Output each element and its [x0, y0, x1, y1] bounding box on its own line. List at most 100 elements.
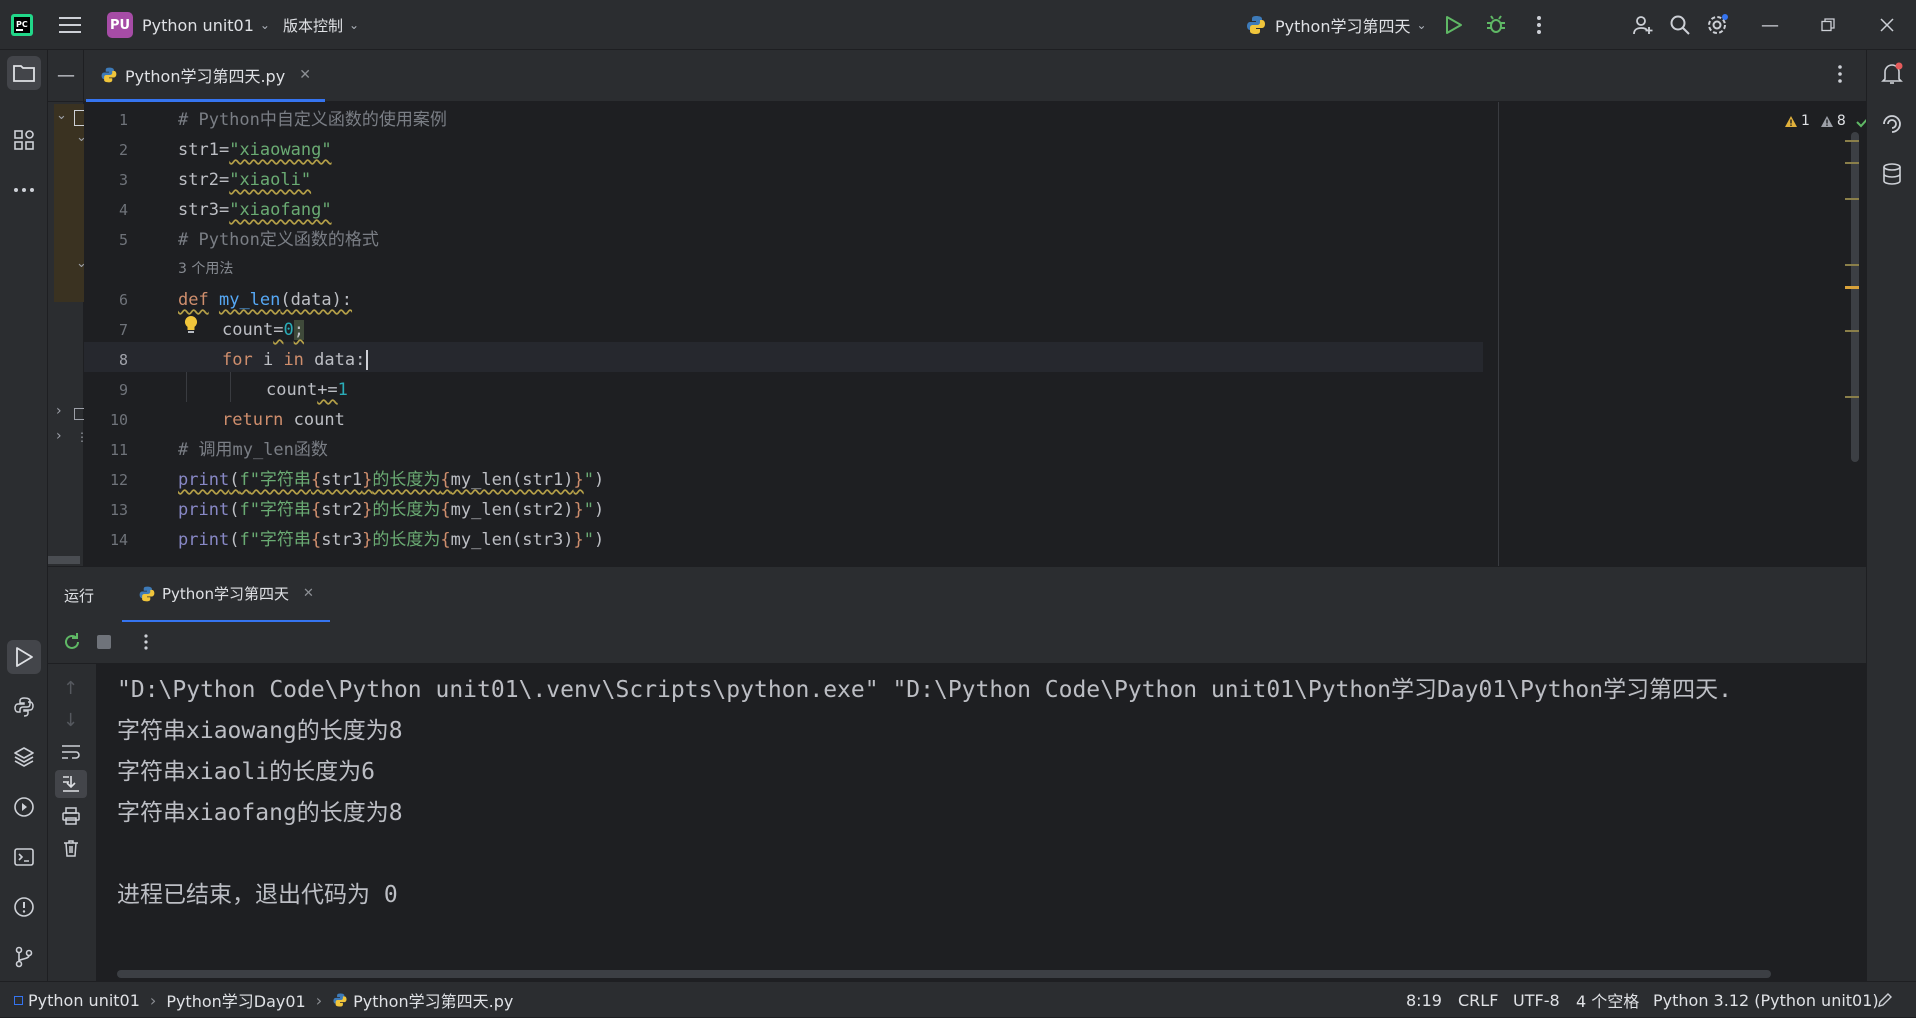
error-stripe-mark[interactable]	[1845, 140, 1859, 142]
chevron-down-icon: ⌄	[1416, 18, 1427, 32]
inspection-widget[interactable]: 1 8 3 ︿ ﹀	[1784, 108, 1866, 134]
scroll-to-end-button[interactable]	[55, 770, 87, 798]
error-stripe-mark[interactable]	[1845, 396, 1859, 398]
error-stripe-mark[interactable]	[1845, 198, 1859, 200]
close-window-button[interactable]	[1858, 0, 1916, 50]
print-icon[interactable]	[61, 807, 81, 825]
project-selector[interactable]: PU Python unit01 ⌄	[107, 0, 270, 50]
usages-hint[interactable]: 3 个用法	[178, 257, 233, 281]
line-number: 9	[118, 381, 128, 399]
line-number: 4	[118, 201, 128, 219]
restore-button[interactable]	[1799, 0, 1857, 50]
tab-python-file[interactable]: Python学习第四天.py ✕	[86, 50, 325, 102]
error-stripe-mark[interactable]	[1845, 264, 1859, 266]
svg-text:PC: PC	[16, 20, 28, 29]
line-number: 3	[118, 171, 128, 189]
right-margin-guide	[1498, 102, 1499, 566]
run-button[interactable]	[1441, 12, 1467, 38]
database-button[interactable]	[1875, 157, 1909, 191]
hide-panel-icon[interactable]: —	[48, 50, 84, 102]
tree-collapse-icon[interactable]: ›	[56, 428, 62, 444]
console-hscrollbar[interactable]	[117, 970, 1771, 978]
close-tab-icon[interactable]: ✕	[299, 67, 311, 83]
error-stripe-mark[interactable]	[1845, 286, 1859, 289]
editor-tab-bar: Python学习第四天.py ✕	[84, 50, 1866, 102]
run-tab-label: Python学习第四天	[162, 585, 289, 603]
problems-icon	[14, 897, 34, 917]
code-line-12: print(f"字符串{str1}的长度为{my_len(str1)}")	[178, 470, 605, 490]
more-actions-icon[interactable]	[1526, 12, 1552, 38]
git-branch-icon	[15, 946, 33, 968]
terminal-tool-button[interactable]	[7, 840, 41, 874]
ai-assistant-button[interactable]	[1875, 107, 1909, 141]
soft-wrap-icon[interactable]	[61, 744, 81, 760]
debug-button[interactable]	[1483, 12, 1509, 38]
code-line-5: # Python定义函数的格式	[178, 230, 379, 250]
minimize-button[interactable]: —	[1741, 0, 1799, 50]
layers-icon	[14, 747, 34, 767]
structure-tool-button[interactable]	[7, 123, 41, 157]
search-icon[interactable]	[1667, 12, 1693, 38]
stop-icon[interactable]	[97, 635, 111, 649]
run-tool-button[interactable]	[7, 640, 41, 674]
breadcrumb-folder[interactable]: Python学习Day01	[166, 988, 305, 1012]
settings-gear-icon[interactable]	[1704, 12, 1730, 38]
line-number: 10	[109, 411, 128, 429]
services-tool-button[interactable]	[7, 790, 41, 824]
read-only-toggle-icon[interactable]	[1877, 982, 1893, 1018]
project-tool-button[interactable]	[7, 56, 41, 90]
breadcrumb-project[interactable]: Python unit01	[28, 991, 140, 1010]
tab-actions-icon[interactable]	[1837, 64, 1843, 84]
add-user-icon[interactable]	[1630, 12, 1656, 38]
python-packages-tool-button[interactable]	[7, 740, 41, 774]
run-config-selector[interactable]: Python学习第四天 ⌄	[1245, 0, 1427, 50]
problems-tool-button[interactable]	[7, 890, 41, 924]
scroll-to-end-icon	[63, 776, 79, 792]
pycharm-logo-icon[interactable]: PC	[9, 12, 35, 38]
python-console-icon	[14, 697, 34, 717]
code-line-9: count+=1	[266, 380, 348, 400]
indent-setting[interactable]: 4 个空格	[1576, 982, 1639, 1018]
close-run-tab-icon[interactable]: ✕	[303, 586, 314, 601]
console-output[interactable]: "D:\Python Code\Python unit01\.venv\Scri…	[97, 664, 1866, 981]
left-tool-strip	[0, 50, 48, 981]
up-arrow-icon[interactable]: ↑	[63, 678, 78, 699]
tree-collapse-icon[interactable]: ›	[56, 403, 62, 419]
rerun-icon[interactable]	[62, 632, 82, 652]
file-encoding[interactable]: UTF-8	[1513, 982, 1560, 1018]
breadcrumb: Python unit01 › Python学习Day01 › Python学习…	[14, 982, 513, 1018]
main-menu-icon[interactable]	[57, 12, 83, 38]
chevron-down-icon: ⌄	[259, 18, 270, 32]
tab-run-config[interactable]: Python学习第四天 ✕	[122, 567, 330, 623]
module-icon	[14, 995, 23, 1005]
down-arrow-icon[interactable]: ↓	[63, 710, 78, 731]
breadcrumb-file[interactable]: Python学习第四天.py	[353, 988, 513, 1012]
line-number: 5	[118, 231, 128, 249]
lightbulb-icon[interactable]	[184, 315, 198, 335]
python-icon	[139, 586, 155, 601]
line-gutter[interactable]: 1 2 3 4 5 6 7 8 9 10 11 12 13 14	[84, 102, 174, 566]
error-stripe-mark[interactable]	[1845, 330, 1859, 332]
python-file-icon	[101, 67, 117, 82]
database-icon	[1883, 163, 1901, 185]
text-caret	[366, 350, 369, 370]
python-interpreter[interactable]: Python 3.12 (Python unit01)	[1653, 982, 1879, 1018]
line-number: 11	[109, 441, 128, 459]
notifications-button[interactable]	[1875, 57, 1909, 91]
vcs-menu[interactable]: 版本控制 ⌄	[283, 0, 359, 50]
tree-expand-icon[interactable]: ⌄	[56, 108, 67, 123]
caret-position[interactable]: 8:19	[1406, 982, 1442, 1018]
line-separator[interactable]: CRLF	[1458, 982, 1498, 1018]
indent-guide	[230, 372, 231, 402]
line-number: 12	[109, 471, 128, 489]
more-tools-icon[interactable]	[7, 173, 41, 207]
line-number: 8	[118, 351, 128, 369]
trash-icon[interactable]	[62, 839, 80, 857]
editor-vscrollbar[interactable]	[1851, 132, 1859, 462]
python-console-tool-button[interactable]	[7, 690, 41, 724]
code-editor[interactable]: 1 2 3 4 5 6 7 8 9 10 11 12 13 14 # Pytho…	[84, 102, 1866, 566]
git-tool-button[interactable]	[7, 940, 41, 974]
error-stripe-mark[interactable]	[1845, 162, 1859, 164]
more-options-icon[interactable]	[143, 633, 149, 651]
tree-hscrollbar[interactable]	[48, 556, 80, 564]
